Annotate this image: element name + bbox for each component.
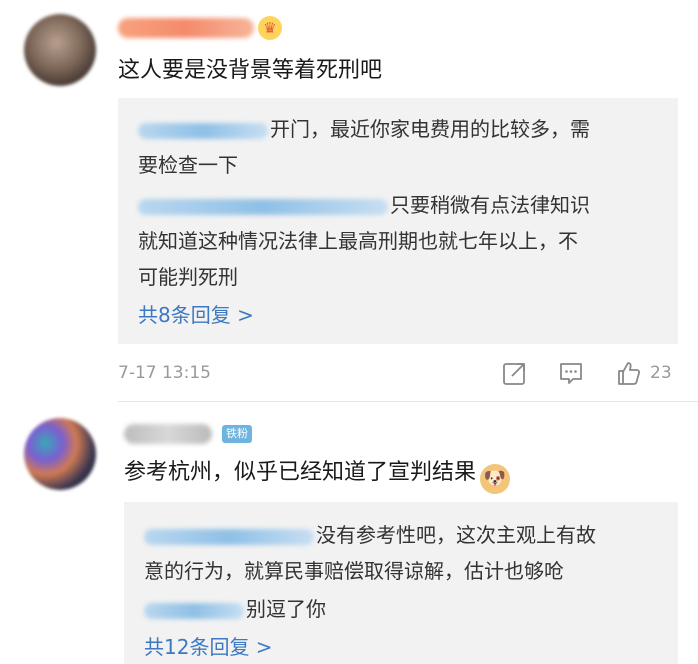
reply-line: 别逗了你 xyxy=(144,590,326,628)
avatar[interactable] xyxy=(24,418,96,490)
reply-box[interactable]: 没有参考性吧，这次主观上有故 意的行为，就算民事赔偿取得谅解，估计也够呛 别逗了… xyxy=(124,502,678,664)
reply-line: 意的行为，就算民事赔偿取得谅解，估计也够呛 xyxy=(144,559,564,583)
username-blurred[interactable] xyxy=(124,424,212,444)
reply-line: 没有参考性吧，这次主观上有故 xyxy=(144,516,596,554)
comment-2: 铁粉 参考杭州，似乎已经知道了宣判结果 🐶 没有参考性吧，这次主观上有故 意的行为… xyxy=(0,0,698,664)
comment-text: 参考杭州，似乎已经知道了宣判结果 🐶 xyxy=(124,458,511,494)
reply-username-blurred[interactable] xyxy=(144,602,244,619)
more-replies-link[interactable]: 共12条回复 > xyxy=(144,632,273,662)
reply-username-blurred[interactable] xyxy=(144,528,314,545)
doge-emoji: 🐶 xyxy=(480,464,511,494)
fan-badge: 铁粉 xyxy=(222,425,252,443)
